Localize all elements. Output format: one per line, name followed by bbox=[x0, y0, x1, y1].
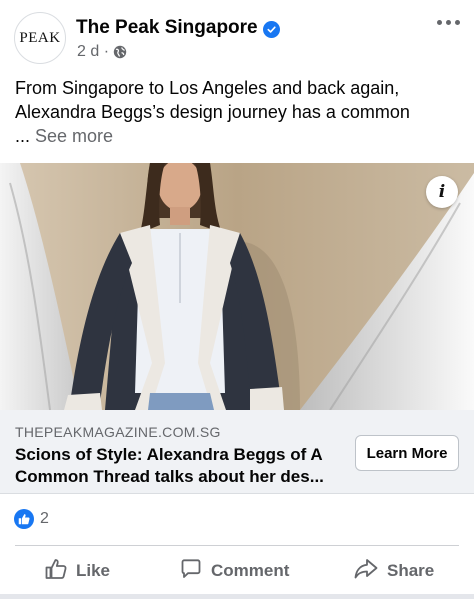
post-bottom-edge bbox=[0, 594, 474, 599]
thumbs-up-icon bbox=[44, 557, 68, 586]
link-title: Scions of Style: Alexandra Beggs of A Co… bbox=[15, 444, 345, 488]
caption-line: Alexandra Beggs’s design journey has a c… bbox=[15, 102, 410, 122]
share-button[interactable]: Share bbox=[353, 552, 434, 590]
like-reaction-icon bbox=[14, 509, 34, 529]
reaction-summary[interactable]: 2 bbox=[14, 509, 49, 529]
comment-button[interactable]: Comment bbox=[179, 552, 289, 590]
share-label: Share bbox=[387, 561, 435, 580]
page-name[interactable]: The Peak Singapore bbox=[76, 17, 258, 38]
page-name-row: The Peak Singapore bbox=[76, 17, 280, 39]
comment-icon bbox=[179, 557, 203, 586]
caption-ellipsis: ... bbox=[15, 126, 36, 146]
comment-label: Comment bbox=[211, 561, 290, 580]
caption-line: ... See more bbox=[15, 124, 465, 148]
post-image[interactable] bbox=[0, 163, 474, 410]
learn-more-button[interactable]: Learn More bbox=[355, 435, 459, 471]
post-header: PEAK The Peak Singapore 2 d · bbox=[0, 0, 474, 70]
avatar-logo-text: PEAK bbox=[19, 29, 61, 46]
post-meta: 2 d · bbox=[77, 43, 127, 61]
actions-divider bbox=[15, 545, 459, 546]
globe-icon bbox=[113, 45, 127, 59]
like-label: Like bbox=[76, 561, 111, 580]
info-icon[interactable]: i bbox=[426, 176, 458, 208]
link-title-line: Common Thread talks about her des... bbox=[15, 467, 324, 486]
caption-line: From Singapore to Los Angeles and back a… bbox=[15, 78, 400, 98]
fashion-photo bbox=[0, 163, 474, 410]
verified-badge-icon bbox=[262, 21, 280, 38]
page-avatar[interactable]: PEAK bbox=[14, 12, 66, 64]
link-domain: THEPEAKMAGAZINE.COM.SG bbox=[15, 424, 221, 440]
post-time[interactable]: 2 d · bbox=[77, 43, 109, 61]
like-button[interactable]: Like bbox=[44, 552, 110, 590]
see-more-link[interactable]: See more bbox=[35, 126, 113, 146]
link-title-line: Scions of Style: Alexandra Beggs of A bbox=[15, 445, 323, 464]
more-options-icon[interactable] bbox=[437, 14, 461, 30]
post-actions: Like Comment Share bbox=[0, 552, 474, 590]
share-icon bbox=[353, 557, 379, 586]
reaction-count: 2 bbox=[40, 510, 49, 527]
post-caption: From Singapore to Los Angeles and back a… bbox=[15, 76, 465, 148]
